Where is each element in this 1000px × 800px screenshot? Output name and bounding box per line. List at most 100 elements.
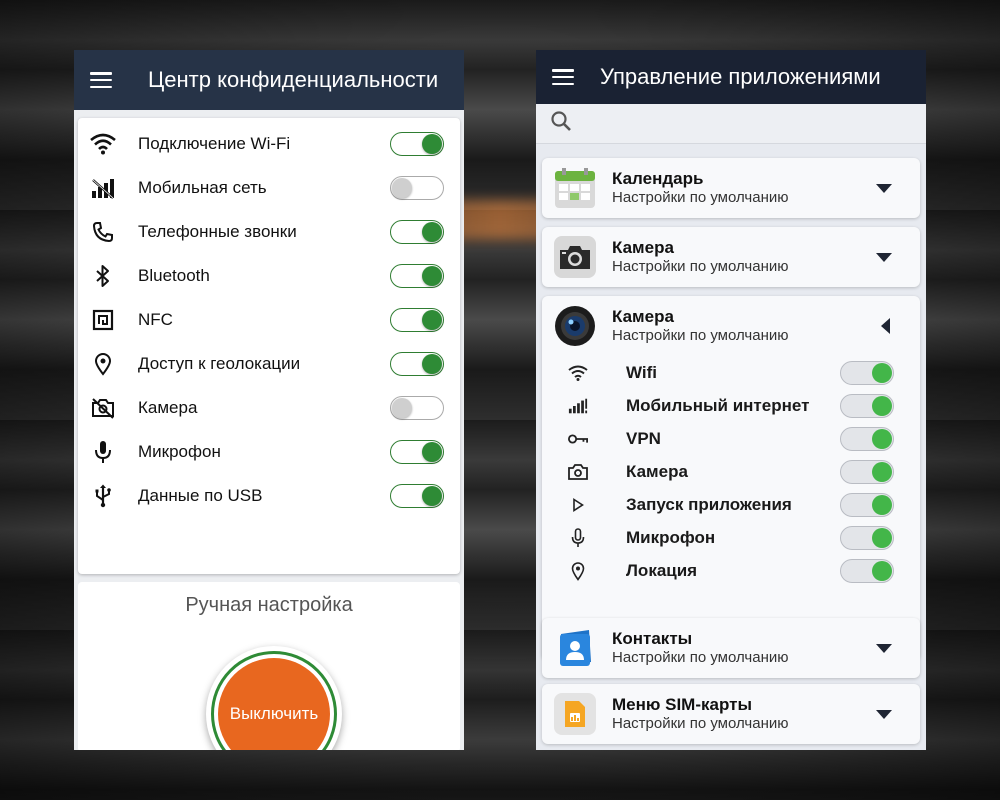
camera-off-icon xyxy=(90,395,116,421)
manual-settings-title: Ручная настройка xyxy=(185,594,353,616)
app-card-sim-menu[interactable]: Меню SIM-карты Настройки по умолчанию xyxy=(542,684,920,744)
microphone-icon xyxy=(568,527,588,548)
setting-label: Камера xyxy=(138,398,198,417)
sim-card-icon xyxy=(554,693,596,735)
permission-row-mobile-internet[interactable]: Мобильный интернет xyxy=(542,389,920,422)
app-card-contacts[interactable]: Контакты Настройки по умолчанию xyxy=(542,618,920,678)
setting-label: Данные по USB xyxy=(138,486,263,505)
manual-settings-card: Ручная настройка Выключить xyxy=(78,582,460,750)
camera-lens-icon xyxy=(554,305,596,347)
disable-button-label: Выключить xyxy=(218,658,330,750)
app-bar: Управление приложениями xyxy=(536,50,926,104)
bluetooth-toggle[interactable] xyxy=(390,264,444,288)
permission-label: Мобильный интернет xyxy=(626,395,810,415)
permission-label: Микрофон xyxy=(626,527,716,547)
app-card-camera[interactable]: Камера Настройки по умолчанию xyxy=(542,227,920,287)
mobile-internet-permission-toggle[interactable] xyxy=(840,393,894,418)
nfc-icon xyxy=(90,307,116,333)
permission-row-vpn[interactable]: VPN xyxy=(542,422,920,455)
disable-button[interactable]: Выключить xyxy=(206,646,342,750)
location-icon xyxy=(568,561,588,581)
wifi-icon xyxy=(568,363,588,383)
setting-label: Доступ к геолокации xyxy=(138,354,301,373)
usb-toggle[interactable] xyxy=(390,484,444,508)
permission-row-wifi[interactable]: Wifi xyxy=(542,356,920,389)
setting-row-phone-calls[interactable]: Телефонные звонки xyxy=(78,210,460,254)
search-bar[interactable] xyxy=(536,104,926,144)
chevron-down-icon[interactable] xyxy=(876,710,892,719)
privacy-center-screen: Центр конфиденциальности Подключение Wi-… xyxy=(74,50,464,750)
setting-row-usb[interactable]: Данные по USB xyxy=(78,474,460,518)
permission-row-location[interactable]: Локация xyxy=(542,554,920,587)
setting-row-nfc[interactable]: NFC xyxy=(78,298,460,342)
contacts-icon xyxy=(554,627,596,669)
location-toggle[interactable] xyxy=(390,352,444,376)
permission-label: Wifi xyxy=(626,362,658,382)
chevron-down-icon[interactable] xyxy=(876,644,892,653)
app-status: Настройки по умолчанию xyxy=(612,189,789,206)
app-launch-permission-toggle[interactable] xyxy=(840,492,894,517)
setting-label: Мобильная сеть xyxy=(138,178,267,197)
microphone-toggle[interactable] xyxy=(390,440,444,464)
location-icon xyxy=(90,351,116,377)
setting-row-bluetooth[interactable]: Bluetooth xyxy=(78,254,460,298)
app-name: Меню SIM-карты xyxy=(612,695,752,714)
camera-permission-toggle[interactable] xyxy=(840,459,894,484)
menu-icon[interactable] xyxy=(90,72,112,88)
setting-label: NFC xyxy=(138,310,173,329)
permission-row-app-launch[interactable]: Запуск приложения xyxy=(542,488,920,521)
permission-row-microphone[interactable]: Микрофон xyxy=(542,521,920,554)
vpn-permission-toggle[interactable] xyxy=(840,426,894,451)
setting-row-wifi[interactable]: Подключение Wi-Fi xyxy=(78,122,460,166)
camera-app-icon xyxy=(554,236,596,278)
setting-label: Подключение Wi-Fi xyxy=(138,134,291,153)
app-card-calendar[interactable]: Календарь Настройки по умолчанию xyxy=(542,158,920,218)
mobile-network-off-icon xyxy=(90,175,116,201)
app-name: Камера xyxy=(612,307,674,326)
play-icon xyxy=(568,495,588,515)
calendar-icon xyxy=(554,167,596,209)
phone-calls-toggle[interactable] xyxy=(390,220,444,244)
app-bar: Центр конфиденциальности xyxy=(74,50,464,110)
page-title: Управление приложениями xyxy=(600,64,881,89)
mobile-network-toggle[interactable] xyxy=(390,176,444,200)
permission-row-camera[interactable]: Камера xyxy=(542,455,920,488)
app-status: Настройки по умолчанию xyxy=(612,649,789,666)
permission-label: Локация xyxy=(626,560,698,580)
app-card-camera-expanded[interactable]: Камера Настройки по умолчанию Wifi Мобил… xyxy=(542,296,920,660)
setting-label: Микрофон xyxy=(138,442,221,461)
phone-icon xyxy=(90,219,116,245)
nfc-toggle[interactable] xyxy=(390,308,444,332)
usb-icon xyxy=(90,483,116,509)
microphone-icon xyxy=(90,439,116,465)
chevron-left-icon[interactable] xyxy=(881,318,890,334)
app-name: Камера xyxy=(612,238,674,257)
camera-icon xyxy=(568,462,588,482)
setting-row-mobile-network[interactable]: Мобильная сеть xyxy=(78,166,460,210)
app-management-screen: Управление приложениями Календарь Настро… xyxy=(536,50,926,750)
app-status: Настройки по умолчанию xyxy=(612,327,789,344)
search-icon[interactable] xyxy=(550,110,572,137)
location-permission-toggle[interactable] xyxy=(840,558,894,583)
setting-label: Bluetooth xyxy=(138,266,210,285)
permission-label: Запуск приложения xyxy=(626,494,792,514)
setting-row-microphone[interactable]: Микрофон xyxy=(78,430,460,474)
wifi-icon xyxy=(90,131,116,157)
setting-row-location[interactable]: Доступ к геолокации xyxy=(78,342,460,386)
setting-label: Телефонные звонки xyxy=(138,222,297,241)
camera-toggle[interactable] xyxy=(390,396,444,420)
permission-label: VPN xyxy=(626,428,661,448)
microphone-permission-toggle[interactable] xyxy=(840,525,894,550)
app-name: Календарь xyxy=(612,169,704,188)
page-title: Центр конфиденциальности xyxy=(148,67,439,92)
wifi-toggle[interactable] xyxy=(390,132,444,156)
chevron-down-icon[interactable] xyxy=(876,253,892,262)
bluetooth-icon xyxy=(90,263,116,289)
menu-icon[interactable] xyxy=(552,69,574,85)
wifi-permission-toggle[interactable] xyxy=(840,360,894,385)
signal-icon xyxy=(568,396,588,416)
setting-row-camera[interactable]: Камера xyxy=(78,386,460,430)
app-status: Настройки по умолчанию xyxy=(612,258,789,275)
chevron-down-icon[interactable] xyxy=(876,184,892,193)
app-name: Контакты xyxy=(612,629,693,648)
